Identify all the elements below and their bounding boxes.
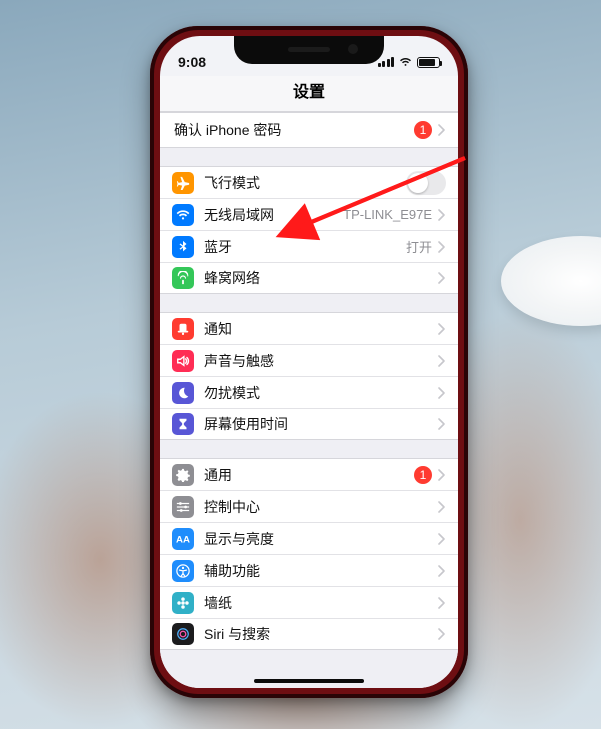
background-saucer [501,236,601,326]
cell-bluetooth[interactable]: 蓝牙 打开 [160,230,458,262]
chevron-right-icon [438,355,446,367]
chevron-right-icon [438,565,446,577]
group-account: 确认 iPhone 密码 1 [160,112,458,148]
wifi-status-icon [398,56,413,68]
cell-wallpaper[interactable]: 墙纸 [160,586,458,618]
siri-icon [172,623,194,645]
chevron-right-icon [438,209,446,221]
signal-icon [378,57,395,67]
label: 声音与触感 [204,351,274,371]
label: 蜂窝网络 [204,268,260,288]
moon-icon [172,382,194,404]
chevron-right-icon [438,469,446,481]
chevron-right-icon [438,418,446,430]
wifi-icon [172,204,194,226]
flower-icon [172,592,194,614]
badge: 1 [414,466,432,484]
cell-notifications[interactable]: 通知 [160,312,458,344]
airplane-icon [172,172,194,194]
battery-icon [417,57,440,68]
settings-screen: 设置 确认 iPhone 密码 1 飞行模式无线局域网 TP-LINK_E97E 蓝牙 打… [160,76,458,688]
label: 无线局域网 [204,205,274,225]
cell-confirm-password[interactable]: 确认 iPhone 密码 1 [160,112,458,148]
group-alerts: 通知声音与触感勿扰模式屏幕使用时间 [160,312,458,440]
label: Siri 与搜索 [204,624,270,644]
status-time: 9:08 [178,54,206,70]
chevron-right-icon [438,323,446,335]
aa-icon [172,528,194,550]
iphone-frame: 9:08 设置 确认 iPhone 密码 1 飞行模式无线局域网 TP-LINK_E9… [150,26,468,698]
cell-screentime[interactable]: 屏幕使用时间 [160,408,458,440]
screen-bezel: 9:08 设置 确认 iPhone 密码 1 飞行模式无线局域网 TP-LINK_E9… [160,36,458,688]
notch [234,36,384,64]
label: 控制中心 [204,497,260,517]
chevron-right-icon [438,533,446,545]
chevron-right-icon [438,272,446,284]
sliders-icon [172,496,194,518]
chevron-right-icon [438,387,446,399]
value: 打开 [406,237,432,256]
label: 勿扰模式 [204,383,260,403]
bluetooth-icon [172,236,194,258]
cellular-icon [172,267,194,289]
home-indicator[interactable] [254,679,364,683]
status-right [378,56,441,68]
label: 辅助功能 [204,561,260,581]
chevron-right-icon [438,597,446,609]
label: 通知 [204,319,232,339]
chevron-right-icon [438,501,446,513]
bell-icon [172,318,194,340]
badge: 1 [414,121,432,139]
chevron-right-icon [438,628,446,640]
accessibility-icon [172,560,194,582]
toggle[interactable] [406,171,446,195]
gear-icon [172,464,194,486]
label: 通用 [204,465,232,485]
cell-control-center[interactable]: 控制中心 [160,490,458,522]
cell-general[interactable]: 通用 1 [160,458,458,490]
cell-airplane[interactable]: 飞行模式 [160,166,458,198]
chevron-right-icon [438,241,446,253]
value: TP-LINK_E97E [343,207,432,222]
label: 显示与亮度 [204,529,274,549]
cell-sounds[interactable]: 声音与触感 [160,344,458,376]
chevron-right-icon [438,124,446,136]
cell-cellular[interactable]: 蜂窝网络 [160,262,458,294]
label: 墙纸 [204,593,232,613]
label: 飞行模式 [204,173,260,193]
cell-dnd[interactable]: 勿扰模式 [160,376,458,408]
label: 蓝牙 [204,237,232,257]
cell-display[interactable]: 显示与亮度 [160,522,458,554]
cell-accessibility[interactable]: 辅助功能 [160,554,458,586]
label: 确认 iPhone 密码 [174,120,281,140]
cell-siri[interactable]: Siri 与搜索 [160,618,458,650]
hourglass-icon [172,413,194,435]
group-general: 通用 1 控制中心显示与亮度辅助功能墙纸 Siri 与搜索 [160,458,458,650]
label: 屏幕使用时间 [204,414,288,434]
group-network: 飞行模式无线局域网 TP-LINK_E97E 蓝牙 打开蜂窝网络 [160,166,458,294]
speaker-icon [172,350,194,372]
page-title: 设置 [160,76,458,112]
cell-wifi[interactable]: 无线局域网 TP-LINK_E97E [160,198,458,230]
